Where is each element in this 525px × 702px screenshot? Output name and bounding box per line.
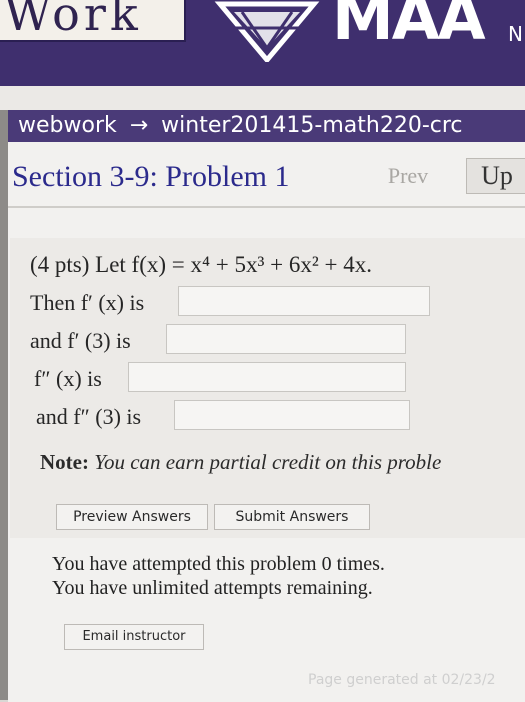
title-divider [8, 206, 525, 208]
note-text: Note: You can earn partial credit on thi… [40, 450, 441, 475]
answer-input-fdoubleprime-3[interactable] [174, 400, 410, 430]
breadcrumb-root-link[interactable]: webwork [18, 113, 117, 138]
up-button[interactable]: Up [466, 158, 525, 194]
breadcrumb-course-link[interactable]: winter201415-math220-crc [161, 113, 462, 138]
answer-label-1: Then f′ (x) is [30, 290, 145, 315]
maa-logo-icon [214, 1, 320, 62]
breadcrumb: webwork → winter201415-math220-crc [8, 110, 525, 142]
header-divider [0, 86, 525, 110]
submit-answers-button[interactable]: Submit Answers [214, 504, 370, 530]
attempts-info: You have attempted this problem 0 times.… [52, 552, 385, 600]
maa-wordmark-extra: N [508, 22, 523, 46]
problem-body: (4 pts) Let f(x) = x⁴ + 5x³ + 6x² + 4x. … [10, 238, 525, 538]
page-title: Section 3-9: Problem 1 [12, 160, 290, 193]
answer-input-fdoubleprime-x[interactable] [128, 362, 406, 392]
breadcrumb-arrow-icon: → [129, 113, 149, 138]
email-instructor-button[interactable]: Email instructor [64, 624, 204, 650]
answer-label-4: and f″ (3) is [36, 404, 142, 429]
page-generated-footer: Page generated at 02/23/2 [308, 672, 496, 688]
answer-input-fprime-3[interactable] [166, 324, 406, 354]
note-message: You can earn partial credit on this prob… [94, 450, 442, 474]
note-label: Note: [40, 450, 89, 474]
answer-input-fprime-x[interactable] [178, 286, 430, 316]
problem-page: Section 3-9: Problem 1 Prev Up (4 pts) L… [8, 142, 525, 702]
left-edge [0, 110, 8, 700]
attempts-remaining: You have unlimited attempts remaining. [52, 577, 373, 599]
logo-text: Work [4, 0, 142, 41]
site-header: Work MAA N [0, 0, 525, 86]
answer-label-2: and f′ (3) is [30, 328, 131, 353]
maa-wordmark: MAA [332, 0, 486, 54]
problem-statement: (4 pts) Let f(x) = x⁴ + 5x³ + 6x² + 4x. [30, 252, 372, 277]
preview-answers-button[interactable]: Preview Answers [56, 504, 208, 530]
attempts-count: You have attempted this problem 0 times. [52, 553, 385, 575]
webwork-logo[interactable]: Work [0, 0, 186, 42]
prev-button[interactable]: Prev [366, 158, 450, 194]
answer-label-3: f″ (x) is [34, 366, 102, 391]
